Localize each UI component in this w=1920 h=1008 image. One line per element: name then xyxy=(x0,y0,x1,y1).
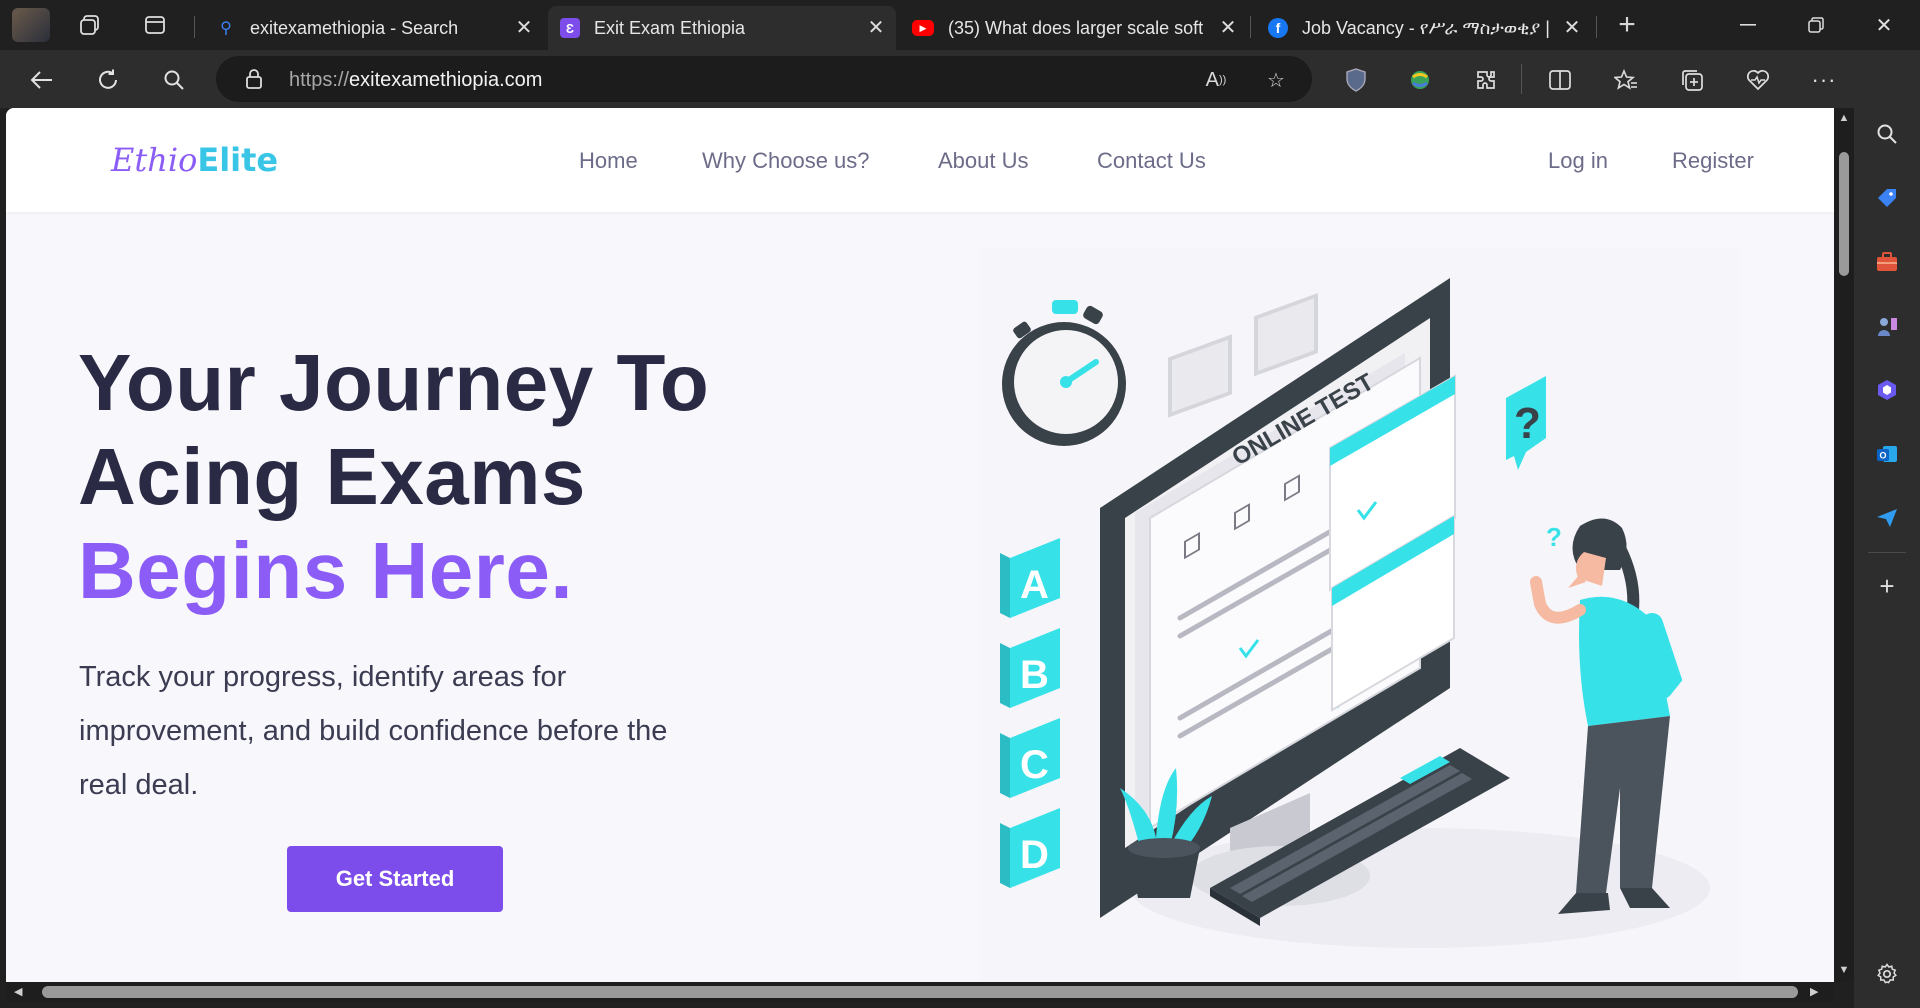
vertical-tabs-icon[interactable] xyxy=(142,12,168,38)
tools-briefcase-icon[interactable] xyxy=(1871,246,1903,278)
split-screen-icon[interactable] xyxy=(1544,64,1576,96)
url-text[interactable]: https://exitexamethiopia.com xyxy=(289,69,542,92)
tab-title: Job Vacancy - የሥራ ማስታወቂያ | xyxy=(1302,17,1550,38)
new-tab-button[interactable]: + xyxy=(1614,8,1640,41)
svg-text:?: ? xyxy=(1514,399,1541,448)
nav-contact-us[interactable]: Contact Us xyxy=(1097,148,1206,174)
add-sidebar-app-icon[interactable]: + xyxy=(1871,570,1903,602)
extensions-icon[interactable] xyxy=(1470,64,1502,96)
svg-text:C: C xyxy=(1020,743,1049,787)
facebook-icon: f xyxy=(1268,18,1288,38)
site-favicon: Ɛ xyxy=(560,18,580,38)
workspaces-icon[interactable] xyxy=(78,12,104,38)
hero-heading-line1: Your Journey To xyxy=(78,338,710,427)
send-icon[interactable] xyxy=(1871,502,1903,534)
search-icon: ⚲ xyxy=(220,20,232,37)
address-bar[interactable]: https://exitexamethiopia.com A)) ☆ xyxy=(216,56,1312,102)
close-tab-icon[interactable]: ✕ xyxy=(866,18,886,38)
horizontal-scrollbar[interactable]: ◀ ▶ xyxy=(6,982,1834,1002)
tab-strip: ⚲ exitexamethiopia - Search ✕ Ɛ Exit Exa… xyxy=(0,0,1920,50)
tab-search[interactable]: ⚲ exitexamethiopia - Search ✕ xyxy=(204,6,544,50)
favorite-star-icon[interactable]: ☆ xyxy=(1262,66,1290,94)
tab-title: Exit Exam Ethiopia xyxy=(594,17,746,38)
tab-youtube[interactable]: ▶ (35) What does larger scale soft ✕ xyxy=(900,6,1248,50)
close-tab-icon[interactable]: ✕ xyxy=(514,18,534,38)
extension-globe-icon[interactable] xyxy=(1404,64,1436,96)
profile-avatar[interactable] xyxy=(12,8,50,42)
restore-button[interactable] xyxy=(1796,8,1836,42)
read-aloud-icon[interactable]: A)) xyxy=(1202,66,1230,94)
svg-text:D: D xyxy=(1020,833,1049,877)
more-options-icon[interactable]: ··· xyxy=(1808,64,1840,96)
hero-subtitle: Track your progress, identify areas for … xyxy=(79,661,668,801)
svg-text:B: B xyxy=(1020,653,1049,697)
get-started-button[interactable]: Get Started xyxy=(287,846,503,912)
vertical-scrollbar[interactable]: ▲ ▼ xyxy=(1834,108,1854,982)
close-tab-icon[interactable]: ✕ xyxy=(1562,18,1582,38)
page-viewport: EthioElite Home Why Choose us? About Us … xyxy=(6,108,1834,982)
favorites-icon[interactable] xyxy=(1610,64,1642,96)
scroll-left-arrow[interactable]: ◀ xyxy=(14,985,28,999)
svg-text:O: O xyxy=(1879,451,1886,461)
browser-toolbar: https://exitexamethiopia.com A)) ☆ ··· xyxy=(0,50,1920,108)
hero-heading-line2: Acing Exams xyxy=(78,432,586,521)
tab-facebook[interactable]: f Job Vacancy - የሥራ ማስታወቂያ | ✕ xyxy=(1256,6,1592,50)
nav-home[interactable]: Home xyxy=(579,148,638,174)
nav-login[interactable]: Log in xyxy=(1548,148,1608,174)
online-test-illustration: ONLINE TEST ? A B C D ? xyxy=(980,248,1740,982)
shopping-tag-icon[interactable] xyxy=(1871,182,1903,214)
scroll-down-arrow[interactable]: ▼ xyxy=(1837,964,1851,978)
refresh-icon[interactable] xyxy=(92,64,124,96)
close-window-button[interactable]: ✕ xyxy=(1864,8,1904,42)
tab-title: exitexamethiopia - Search xyxy=(250,17,459,38)
vertical-scroll-thumb[interactable] xyxy=(1839,152,1849,276)
browser-essentials-icon[interactable] xyxy=(1742,64,1774,96)
lock-icon[interactable] xyxy=(246,69,262,89)
minimize-button[interactable] xyxy=(1728,8,1768,42)
svg-text:A: A xyxy=(1020,563,1049,607)
tab-title: (35) What does larger scale soft xyxy=(948,17,1204,38)
svg-text:?: ? xyxy=(1546,522,1562,552)
nav-about-us[interactable]: About Us xyxy=(938,148,1029,174)
hero-heading-accent: Begins Here. xyxy=(78,526,574,615)
search-icon[interactable] xyxy=(1871,118,1903,150)
scroll-right-arrow[interactable]: ▶ xyxy=(1810,985,1824,999)
search-icon[interactable] xyxy=(158,64,190,96)
outlook-icon[interactable]: O xyxy=(1871,438,1903,470)
scroll-up-arrow[interactable]: ▲ xyxy=(1837,112,1851,126)
settings-gear-icon[interactable] xyxy=(1871,958,1903,990)
nav-register[interactable]: Register xyxy=(1672,148,1754,174)
site-navbar: EthioElite Home Why Choose us? About Us … xyxy=(6,108,1834,212)
games-icon[interactable] xyxy=(1871,310,1903,342)
youtube-icon: ▶ xyxy=(912,20,934,36)
horizontal-scroll-thumb[interactable] xyxy=(42,986,1798,998)
edge-sidebar: O + xyxy=(1854,50,1920,1008)
site-logo[interactable]: EthioElite xyxy=(111,138,278,180)
back-icon[interactable] xyxy=(26,64,58,96)
hero-heading: Your Journey To Acing Exams Begins Here. xyxy=(78,336,709,618)
shield-icon[interactable] xyxy=(1340,64,1372,96)
nav-why-choose-us[interactable]: Why Choose us? xyxy=(702,148,870,174)
collections-icon[interactable] xyxy=(1676,64,1708,96)
copilot-sidebar-icon[interactable] xyxy=(1871,374,1903,406)
tab-exit-exam[interactable]: Ɛ Exit Exam Ethiopia ✕ xyxy=(548,6,896,50)
close-tab-icon[interactable]: ✕ xyxy=(1218,18,1238,38)
